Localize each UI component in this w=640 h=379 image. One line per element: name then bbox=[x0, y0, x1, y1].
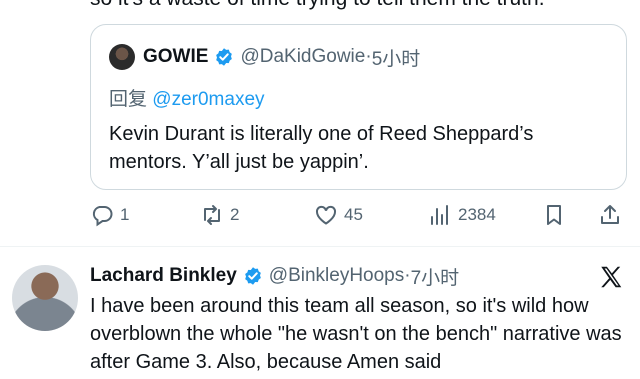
quoted-tweet-card[interactable]: GOWIE @DaKidGowie · 5小时 回复 @zer0maxey Ke… bbox=[90, 24, 627, 190]
views-icon bbox=[431, 205, 448, 225]
views-count: 2384 bbox=[458, 205, 496, 224]
display-name[interactable]: Lachard Binkley bbox=[90, 265, 237, 287]
reply-button[interactable]: 1 bbox=[90, 200, 129, 230]
reply-to-line: 回复 @zer0maxey bbox=[109, 84, 265, 111]
share-icon bbox=[601, 205, 619, 224]
tweet-text: I have been around this team all season,… bbox=[90, 295, 622, 373]
quoted-display-name[interactable]: GOWIE bbox=[143, 46, 208, 68]
avatar[interactable] bbox=[12, 265, 78, 331]
bookmark-icon bbox=[547, 205, 561, 225]
share-button[interactable] bbox=[598, 200, 628, 230]
tweet-header: Lachard Binkley @BinkleyHoops · 7小时 bbox=[90, 263, 459, 289]
action-bar: 1 2 45 2384 bbox=[90, 200, 630, 230]
reply-count: 1 bbox=[120, 205, 130, 224]
repost-button[interactable]: 2 bbox=[200, 200, 239, 230]
like-count: 45 bbox=[344, 205, 363, 224]
views-button[interactable]: 2384 bbox=[428, 200, 496, 230]
reply-icon bbox=[92, 206, 113, 227]
tweet-time[interactable]: 7小时 bbox=[411, 263, 460, 290]
reply-mention-link[interactable]: @zer0maxey bbox=[152, 89, 264, 110]
quoted-time[interactable]: 5小时 bbox=[372, 44, 421, 71]
repost-icon bbox=[204, 205, 220, 225]
verified-badge-icon bbox=[243, 266, 263, 286]
previous-tweet-text: so it's a waste of time trying to tell t… bbox=[90, 0, 545, 11]
like-button[interactable]: 45 bbox=[314, 200, 363, 230]
like-icon bbox=[315, 205, 337, 225]
verified-badge-icon bbox=[214, 47, 234, 67]
reply-label: 回复 bbox=[109, 89, 148, 110]
bookmark-button[interactable] bbox=[542, 200, 572, 230]
handle[interactable]: @BinkleyHoops bbox=[269, 265, 404, 287]
tweet-divider bbox=[0, 246, 640, 247]
quoted-avatar[interactable] bbox=[109, 44, 135, 70]
x-logo-icon bbox=[598, 264, 624, 290]
quoted-tweet-header: GOWIE @DaKidGowie · 5小时 bbox=[109, 43, 420, 71]
quoted-handle[interactable]: @DaKidGowie bbox=[240, 46, 365, 68]
quoted-tweet-text: Kevin Durant is literally one of Reed Sh… bbox=[109, 123, 534, 173]
repost-count: 2 bbox=[230, 205, 240, 224]
